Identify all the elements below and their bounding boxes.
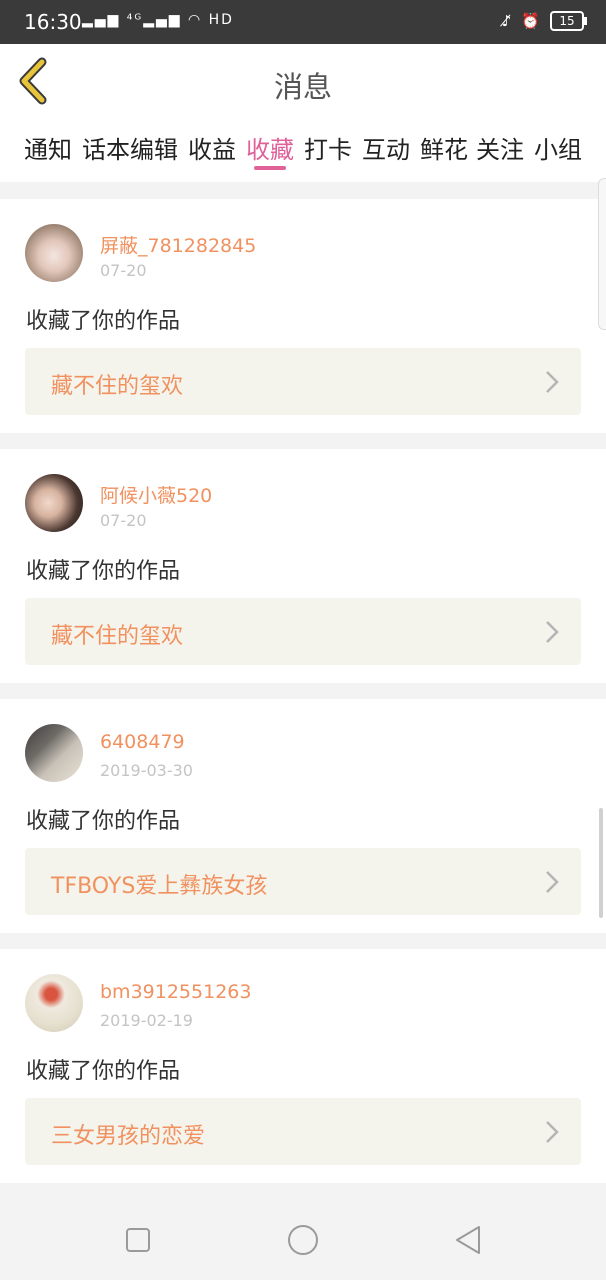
- message-item[interactable]: 屏蔽_781282845 07-20 收藏了你的作品 藏不住的玺欢: [0, 199, 606, 433]
- chevron-right-icon: [546, 1121, 559, 1143]
- tab-editor[interactable]: 话本编辑: [82, 130, 178, 165]
- username[interactable]: bm3912551263: [100, 981, 251, 1003]
- message-date: 07-20: [100, 511, 147, 530]
- username[interactable]: 6408479: [100, 731, 185, 753]
- tab-groups[interactable]: 小组: [534, 130, 582, 165]
- system-nav-bar: [0, 1198, 606, 1280]
- work-title: 三女男孩的恋爱: [51, 1124, 206, 1149]
- recent-apps-icon[interactable]: [118, 1220, 158, 1260]
- avatar[interactable]: [25, 474, 83, 532]
- status-time: 16:30: [24, 10, 82, 34]
- scrollbar[interactable]: [599, 808, 603, 918]
- message-date: 2019-03-30: [100, 761, 193, 780]
- work-title: TFBOYS爱上彝族女孩: [51, 874, 268, 899]
- alarm-icon: ⏰: [521, 12, 540, 30]
- avatar[interactable]: [25, 724, 83, 782]
- avatar[interactable]: [25, 974, 83, 1032]
- message-item[interactable]: 6408479 2019-03-30 收藏了你的作品 TFBOYS爱上彝族女孩: [0, 699, 606, 933]
- tab-earnings[interactable]: 收益: [188, 130, 236, 165]
- chevron-right-icon: [546, 871, 559, 893]
- signal-icon: ▂▄▆ ⁴ᴳ▂▄▆ ◠ HD: [82, 12, 234, 28]
- work-title: 藏不住的玺欢: [51, 624, 184, 649]
- tab-checkin[interactable]: 打卡: [304, 130, 352, 165]
- work-link[interactable]: 藏不住的玺欢: [25, 598, 581, 665]
- tab-notice[interactable]: 通知: [24, 130, 72, 165]
- username[interactable]: 屏蔽_781282845: [100, 231, 256, 258]
- status-bar: 16:30 ▂▄▆ ⁴ᴳ▂▄▆ ◠ HD ♪̸ ⏰ 15: [0, 0, 606, 44]
- status-right-icons: ♪̸ ⏰ 15: [501, 11, 587, 31]
- chevron-right-icon: [546, 621, 559, 643]
- mute-vibrate-icon: ♪̸: [501, 12, 512, 30]
- scroll-edge-handle[interactable]: [598, 178, 606, 330]
- message-action: 收藏了你的作品: [26, 309, 181, 334]
- tab-interaction[interactable]: 互动: [362, 130, 410, 165]
- tab-favorites[interactable]: 收藏: [246, 130, 294, 165]
- battery-icon: 15: [550, 11, 587, 31]
- message-item[interactable]: 阿候小薇520 07-20 收藏了你的作品 藏不住的玺欢: [0, 449, 606, 683]
- message-action: 收藏了你的作品: [26, 1059, 181, 1084]
- work-link[interactable]: 藏不住的玺欢: [25, 348, 581, 415]
- chevron-right-icon: [546, 371, 559, 393]
- home-icon[interactable]: [283, 1220, 323, 1260]
- message-item[interactable]: bm3912551263 2019-02-19 收藏了你的作品 三女男孩的恋爱: [0, 949, 606, 1183]
- back-triangle-icon[interactable]: [448, 1220, 488, 1260]
- tab-flowers[interactable]: 鲜花: [420, 130, 468, 165]
- message-date: 07-20: [100, 261, 147, 280]
- work-link[interactable]: 三女男孩的恋爱: [25, 1098, 581, 1165]
- active-tab-indicator: [254, 166, 286, 170]
- tab-follow[interactable]: 关注: [476, 130, 524, 165]
- work-link[interactable]: TFBOYS爱上彝族女孩: [25, 848, 581, 915]
- app-header: 消息: [0, 44, 606, 119]
- page-title: 消息: [273, 70, 332, 104]
- username[interactable]: 阿候小薇520: [100, 481, 212, 508]
- message-action: 收藏了你的作品: [26, 809, 181, 834]
- avatar[interactable]: [25, 224, 83, 282]
- work-title: 藏不住的玺欢: [51, 374, 184, 399]
- message-date: 2019-02-19: [100, 1011, 193, 1030]
- message-action: 收藏了你的作品: [26, 559, 181, 584]
- tab-bar: 通知 话本编辑 收益 收藏 打卡 互动 鲜花 关注 小组: [0, 118, 606, 182]
